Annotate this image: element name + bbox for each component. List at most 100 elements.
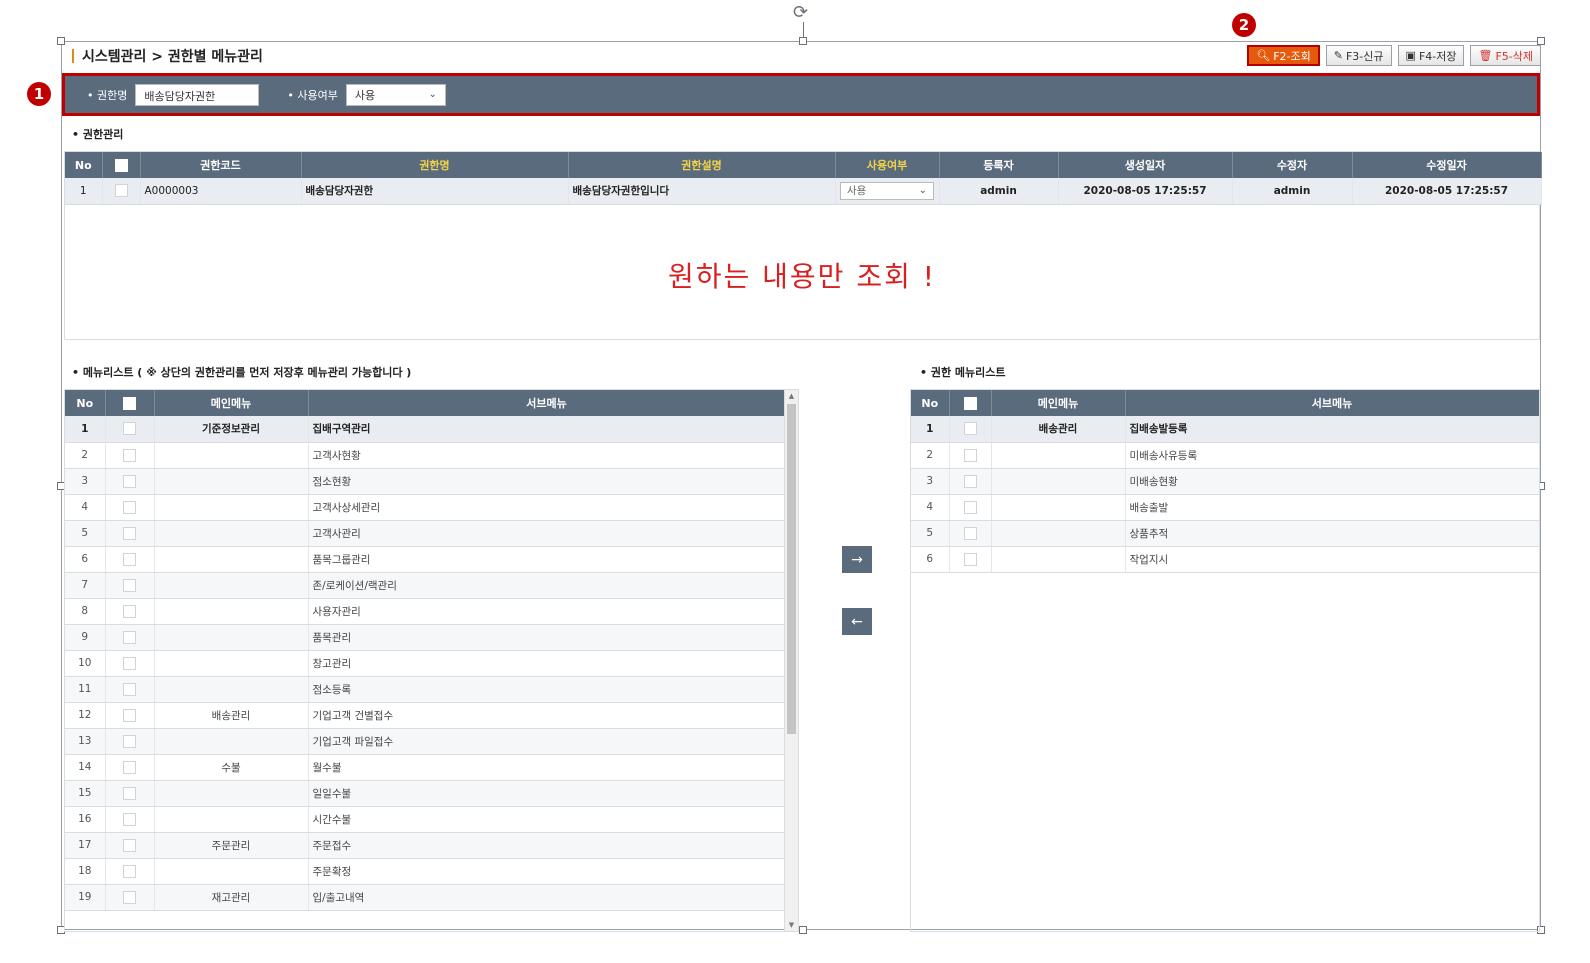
table-row[interactable]: 1 A0000003 배송담당자권한 배송담당자권한입니다 사용 ⌄ admin… xyxy=(65,178,1542,205)
col-header[interactable]: 서브메뉴 xyxy=(1125,390,1539,416)
col-header[interactable]: 권한설명 xyxy=(568,152,836,178)
row-checkbox[interactable] xyxy=(123,552,136,566)
sub-menu: 존/로케이션/랙관리 xyxy=(308,572,786,599)
resize-handle[interactable] xyxy=(799,37,807,45)
save-button[interactable]: ▣ F4-저장 xyxy=(1397,45,1465,66)
col-header[interactable]: No xyxy=(65,390,106,416)
vertical-scrollbar[interactable]: ▲ ▼ xyxy=(784,390,798,931)
row-checkbox[interactable] xyxy=(114,184,128,198)
row-checkbox[interactable] xyxy=(123,656,136,670)
col-header-check[interactable] xyxy=(105,390,155,416)
table-row[interactable]: 4 배송출발 xyxy=(911,494,1539,521)
scroll-down-icon[interactable]: ▼ xyxy=(785,919,798,931)
main-menu: 배송관리 xyxy=(991,416,1126,443)
row-checkbox[interactable] xyxy=(123,422,136,436)
scroll-up-icon[interactable]: ▲ xyxy=(785,390,798,402)
row-checkbox[interactable] xyxy=(123,734,136,748)
col-header[interactable]: No xyxy=(65,152,103,178)
col-header-check[interactable] xyxy=(102,152,141,178)
auth-name-input[interactable]: 배송담당자권한 xyxy=(135,83,260,106)
row-checkbox[interactable] xyxy=(963,448,977,462)
row-checkbox[interactable] xyxy=(123,604,136,618)
col-header[interactable]: 사용여부 xyxy=(835,152,940,178)
row-checkbox[interactable] xyxy=(123,786,136,800)
row-checkbox[interactable] xyxy=(963,422,977,436)
row-no: 11 xyxy=(65,676,106,703)
move-left-button[interactable]: ← xyxy=(842,608,872,635)
table-row[interactable]: 16 시간수불 xyxy=(65,806,786,833)
resize-handle[interactable] xyxy=(57,37,65,45)
col-header-check[interactable] xyxy=(949,390,992,416)
col-header[interactable]: No xyxy=(911,390,950,416)
table-row[interactable]: 12 배송관리 기업고객 건별접수 xyxy=(65,702,786,729)
col-header[interactable]: 수정일자 xyxy=(1352,152,1542,178)
row-checkbox[interactable] xyxy=(123,864,136,878)
table-row[interactable]: 15 일일수불 xyxy=(65,780,786,807)
col-header[interactable]: 메인메뉴 xyxy=(991,390,1126,416)
table-row[interactable]: 7 존/로케이션/랙관리 xyxy=(65,572,786,599)
col-header[interactable]: 서브메뉴 xyxy=(308,390,786,416)
table-row[interactable]: 2 고객사현황 xyxy=(65,442,786,469)
table-row[interactable]: 19 재고관리 입/출고내역 xyxy=(65,884,786,911)
row-checkbox[interactable] xyxy=(123,760,136,774)
select-all-checkbox[interactable] xyxy=(963,396,977,410)
sub-menu: 월수불 xyxy=(308,754,786,781)
use-status-select[interactable]: 사용 ⌄ xyxy=(345,83,446,106)
row-checkbox[interactable] xyxy=(123,630,136,644)
delete-button[interactable]: 🗑︎ F5-삭제 xyxy=(1470,45,1541,66)
scroll-thumb[interactable] xyxy=(787,404,796,734)
table-row[interactable]: 13 기업고객 파일접수 xyxy=(65,728,786,755)
row-checkbox-cell xyxy=(105,598,155,625)
row-checkbox[interactable] xyxy=(123,526,136,540)
col-header[interactable]: 메인메뉴 xyxy=(154,390,309,416)
select-all-checkbox[interactable] xyxy=(114,158,128,172)
row-checkbox[interactable] xyxy=(123,578,136,592)
table-row[interactable]: 3 미배송현황 xyxy=(911,468,1539,495)
table-row[interactable]: 5 고객사관리 xyxy=(65,520,786,547)
row-checkbox[interactable] xyxy=(123,682,136,696)
table-row[interactable]: 6 작업지시 xyxy=(911,546,1539,573)
row-checkbox[interactable] xyxy=(963,552,977,566)
main-menu xyxy=(991,468,1126,495)
table-row[interactable]: 3 점소현황 xyxy=(65,468,786,495)
row-checkbox[interactable] xyxy=(123,708,136,722)
table-row[interactable]: 1 배송관리 집배송발등록 xyxy=(911,416,1539,443)
table-row[interactable]: 10 창고관리 xyxy=(65,650,786,677)
row-checkbox[interactable] xyxy=(123,474,136,488)
row-checkbox[interactable] xyxy=(963,526,977,540)
row-checkbox[interactable] xyxy=(123,838,136,852)
table-row[interactable]: 5 상품추적 xyxy=(911,520,1539,547)
table-row[interactable]: 8 사용자관리 xyxy=(65,598,786,625)
col-header[interactable]: 수정자 xyxy=(1232,152,1353,178)
table-row[interactable]: 9 품목관리 xyxy=(65,624,786,651)
move-right-button[interactable]: → xyxy=(842,546,872,573)
row-use-select[interactable]: 사용 ⌄ xyxy=(840,181,934,200)
col-header[interactable]: 등록자 xyxy=(939,152,1059,178)
col-header[interactable]: 권한명 xyxy=(301,152,569,178)
select-all-checkbox[interactable] xyxy=(123,396,136,410)
row-checkbox[interactable] xyxy=(123,500,136,514)
resize-handle[interactable] xyxy=(799,926,807,934)
table-row[interactable]: 2 미배송사유등록 xyxy=(911,442,1539,469)
row-checkbox-cell xyxy=(105,780,155,807)
table-row[interactable]: 6 품목그룹관리 xyxy=(65,546,786,573)
table-row[interactable]: 11 점소등록 xyxy=(65,676,786,703)
row-checkbox[interactable] xyxy=(123,448,136,462)
row-checkbox[interactable] xyxy=(123,812,136,826)
row-no: 17 xyxy=(65,832,106,859)
row-checkbox[interactable] xyxy=(123,890,136,904)
table-row[interactable]: 4 고객사상세관리 xyxy=(65,494,786,521)
table-row[interactable]: 17 주문관리 주문접수 xyxy=(65,832,786,859)
rotate-icon[interactable]: ⟳ xyxy=(793,4,808,22)
main-menu xyxy=(154,520,309,547)
col-header[interactable]: 생성일자 xyxy=(1058,152,1233,178)
search-button[interactable]: 🔍︎ F2-조회 xyxy=(1247,45,1320,66)
col-header[interactable]: 권한코드 xyxy=(140,152,302,178)
row-checkbox[interactable] xyxy=(963,474,977,488)
new-button[interactable]: ✎ F3-신규 xyxy=(1325,45,1392,66)
resize-handle[interactable] xyxy=(1537,37,1545,45)
table-row[interactable]: 18 주문확정 xyxy=(65,858,786,885)
table-row[interactable]: 1 기준정보관리 집배구역관리 xyxy=(65,416,786,443)
table-row[interactable]: 14 수불 월수불 xyxy=(65,754,786,781)
row-checkbox[interactable] xyxy=(963,500,977,514)
